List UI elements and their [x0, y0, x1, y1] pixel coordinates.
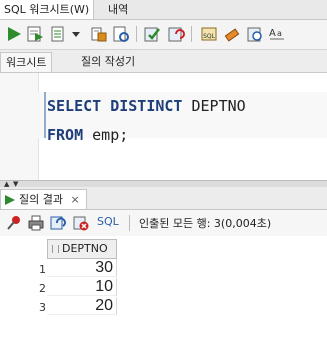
svg-text:a: a — [277, 29, 282, 38]
commit-icon[interactable] — [143, 25, 161, 43]
svg-text:SQL: SQL — [203, 33, 216, 40]
fetch-status: 인출된 모든 행: 3(0,004초) — [139, 217, 272, 230]
pin-icon[interactable] — [6, 215, 22, 231]
run-statement-icon[interactable] — [5, 25, 23, 43]
eraser-icon[interactable] — [223, 25, 241, 43]
format-text-icon[interactable]: A a — [268, 25, 286, 43]
close-icon[interactable]: × — [66, 193, 79, 206]
tab-query-builder[interactable]: 질의 작성기 — [76, 52, 140, 71]
sql-link[interactable]: SQL — [97, 215, 119, 228]
sql-keyword: FROM — [47, 126, 84, 144]
row-number: 1 — [39, 263, 46, 276]
svg-text:A: A — [269, 28, 276, 39]
results-grid[interactable]: DEPTNO 1 30 2 10 3 20 — [0, 236, 327, 344]
sql-tuning-icon[interactable] — [112, 25, 130, 43]
rollback-icon[interactable] — [167, 25, 185, 43]
autotrace-icon[interactable] — [49, 25, 67, 43]
cancel-query-icon[interactable] — [73, 215, 89, 231]
editor-gutter — [0, 73, 39, 180]
table-cell[interactable]: 20 — [47, 297, 117, 315]
print-icon[interactable] — [28, 215, 44, 231]
sql-history-icon[interactable]: SQL — [200, 25, 218, 43]
tab-sql-worksheet-label: SQL 워크시트(W) — [4, 3, 90, 16]
toolbar-separator — [129, 215, 130, 231]
document-tab-bar: SQL 워크시트(W) 내역 — [0, 0, 327, 20]
sql-identifier: emp; — [83, 126, 129, 144]
worksheet-toolbar: SQL A a — [0, 20, 327, 50]
table-cell[interactable]: 30 — [47, 259, 117, 277]
clear-icon[interactable] — [246, 25, 264, 43]
tab-history-label: 내역 — [108, 3, 129, 16]
sql-identifier: DEPTNO — [182, 97, 246, 115]
tab-query-builder-label: 질의 작성기 — [81, 55, 136, 68]
editor-subtab-bar: 워크시트 질의 작성기 — [0, 50, 327, 73]
results-tab-bar: 질의 결과 × — [0, 187, 327, 210]
toolbar-separator — [136, 26, 137, 42]
refresh-icon[interactable] — [50, 215, 66, 231]
tab-query-result[interactable]: 질의 결과 × — [0, 189, 87, 210]
code-line-2: FROM emp; — [47, 126, 128, 144]
code-line-1: SELECT DISTINCT DEPTNO — [47, 97, 246, 115]
sql-keyword: SELECT DISTINCT — [47, 97, 183, 115]
tab-worksheet[interactable]: 워크시트 — [0, 52, 53, 72]
explain-plan-icon[interactable] — [90, 25, 108, 43]
query-result-icon — [5, 195, 15, 205]
row-number: 2 — [39, 282, 46, 295]
dropdown-arrow-icon[interactable] — [71, 25, 81, 43]
table-cell[interactable]: 10 — [47, 278, 117, 296]
column-sort-icon — [52, 245, 59, 253]
tab-history[interactable]: 내역 — [104, 0, 132, 19]
run-script-icon[interactable] — [26, 25, 44, 43]
row-number: 3 — [39, 301, 46, 314]
results-toolbar: SQL 인출된 모든 행: 3(0,004초) — [0, 209, 327, 237]
tab-worksheet-label: 워크시트 — [6, 56, 47, 69]
sql-editor[interactable]: SELECT DISTINCT DEPTNO FROM emp; — [0, 73, 327, 180]
toolbar-separator — [191, 26, 192, 42]
column-header-deptno[interactable]: DEPTNO — [47, 239, 117, 259]
tab-sql-worksheet[interactable]: SQL 워크시트(W) — [0, 0, 95, 19]
statement-marker — [44, 92, 46, 138]
column-header-label: DEPTNO — [62, 242, 108, 255]
